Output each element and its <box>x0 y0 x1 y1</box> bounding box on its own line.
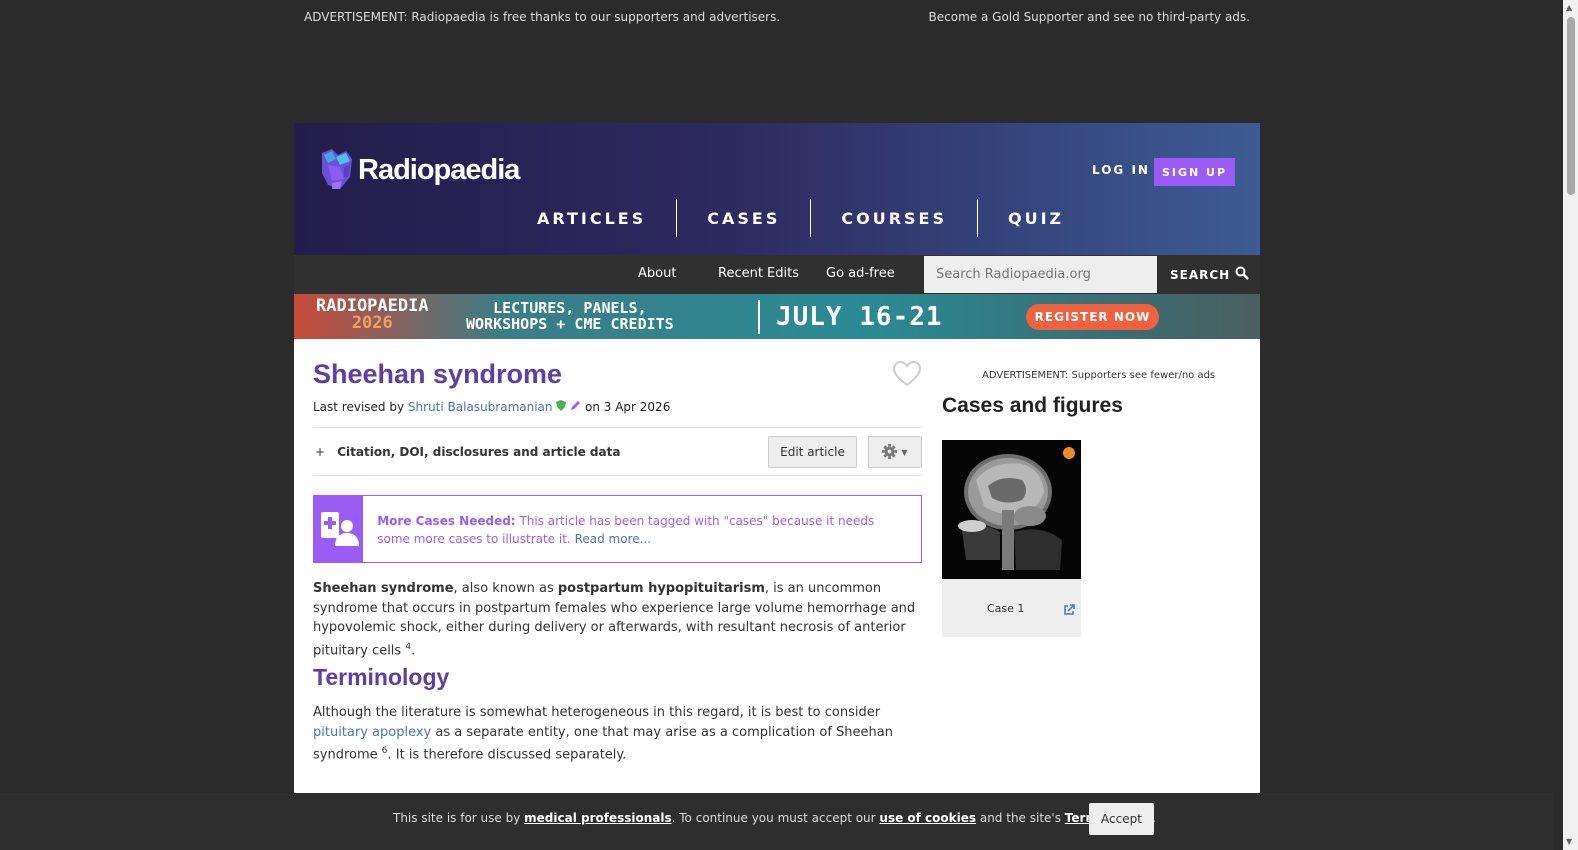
logo-text: Radiopaedia <box>358 153 520 186</box>
log-in-link[interactable]: LOG IN <box>1092 163 1150 177</box>
article-meta-row: + Citation, DOI, disclosures and article… <box>313 427 922 476</box>
accept-button[interactable]: Accept <box>1089 803 1154 835</box>
case-thumbnail <box>942 440 1081 579</box>
logo-mark-icon <box>318 147 356 193</box>
cookie-banner: This site is for use by medical professi… <box>0 793 1553 850</box>
search-button[interactable]: SEARCH <box>1170 266 1250 283</box>
banner-tagline: LECTURES, PANELS, WORKSHOPS + CME CREDIT… <box>466 299 674 333</box>
sign-up-button[interactable]: SIGN UP <box>1154 158 1235 186</box>
author-link[interactable]: Shruti Balasubramanian <box>408 400 553 414</box>
site-header: Radiopaedia LOG IN SIGN UP ARTICLES CASE… <box>294 123 1260 255</box>
cookie-text: This site is for use by medical professi… <box>393 811 1156 825</box>
external-link-icon[interactable] <box>1063 601 1075 620</box>
logo[interactable]: Radiopaedia <box>318 147 520 193</box>
nav-cases[interactable]: CASES <box>677 199 812 237</box>
revision-info: Last revised by Shruti Balasubramanian o… <box>313 400 671 414</box>
citation-toggle[interactable]: + Citation, DOI, disclosures and article… <box>315 445 620 459</box>
use-of-cookies-link[interactable]: use of cookies <box>879 811 976 825</box>
go-ad-free-link[interactable]: Go ad-free <box>826 266 895 281</box>
search-input[interactable] <box>924 256 1157 293</box>
ad-bar-text: ADVERTISEMENT: Radiopaedia is free thank… <box>304 10 781 24</box>
notice-text: More Cases Needed: This article has been… <box>377 514 875 546</box>
medical-professionals-link[interactable]: medical professionals <box>524 811 672 825</box>
scroll-down-icon[interactable]: ▼ <box>1566 837 1572 846</box>
case-label: Case 1 <box>987 602 1025 615</box>
add-case-icon <box>314 496 364 562</box>
read-more-link[interactable]: Read more... <box>575 532 652 546</box>
article-options-button[interactable]: ▼ <box>868 436 922 468</box>
ad-bar: ADVERTISEMENT: Radiopaedia is free thank… <box>294 0 1260 123</box>
sidebar-ad-note: ADVERTISEMENT: Supporters see fewer/no a… <box>982 370 1216 381</box>
pituitary-apoplexy-link[interactable]: pituitary apoplexy <box>313 725 431 740</box>
caret-down-icon: ▼ <box>901 447 908 457</box>
case-card[interactable]: Case 1 <box>942 440 1081 637</box>
about-link[interactable]: About <box>638 266 676 281</box>
search-label: SEARCH <box>1170 267 1231 282</box>
verified-shield-icon <box>556 400 567 414</box>
sub-nav: About Recent Edits Go ad-free SEARCH <box>294 255 1260 294</box>
banner-divider <box>758 300 760 334</box>
register-now-button[interactable]: REGISTER NOW <box>1026 304 1159 330</box>
edit-article-button[interactable]: Edit article <box>768 436 857 468</box>
gear-icon <box>882 443 898 461</box>
nav-articles[interactable]: ARTICLES <box>522 199 678 237</box>
section-heading-terminology: Terminology <box>313 664 450 690</box>
nav-quiz[interactable]: QUIZ <box>978 199 1094 237</box>
banner-dates: JULY 16-21 <box>776 302 943 332</box>
terminology-paragraph: Although the literature is somewhat hete… <box>313 705 893 763</box>
search-icon <box>1235 266 1250 283</box>
main-nav: ARTICLES CASES COURSES QUIZ <box>522 199 1094 237</box>
scroll-thumb[interactable] <box>1567 17 1575 195</box>
page: ADVERTISEMENT: Radiopaedia is free thank… <box>294 0 1260 850</box>
scroll-up-icon[interactable]: ▲ <box>1566 3 1572 12</box>
scrollbar[interactable]: ▲ ▼ <box>1563 0 1578 850</box>
nav-courses[interactable]: COURSES <box>811 199 978 237</box>
banner-brand: RADIOPAEDIA 2026 <box>316 296 429 333</box>
cases-and-figures-heading: Cases and figures <box>942 394 1123 417</box>
page-title: Sheehan syndrome <box>313 359 563 389</box>
recent-edits-link[interactable]: Recent Edits <box>718 266 799 281</box>
intro-paragraph: Sheehan syndrome, also known as postpart… <box>313 581 916 658</box>
conference-banner[interactable]: RADIOPAEDIA 2026 LECTURES, PANELS, WORKS… <box>294 294 1260 339</box>
heart-icon[interactable] <box>892 360 922 391</box>
more-cases-notice: More Cases Needed: This article has been… <box>313 495 922 563</box>
gold-supporter-link[interactable]: Become a Gold Supporter and see no third… <box>929 10 1250 24</box>
case-status-dot <box>1063 447 1075 459</box>
pencil-icon <box>570 400 581 414</box>
